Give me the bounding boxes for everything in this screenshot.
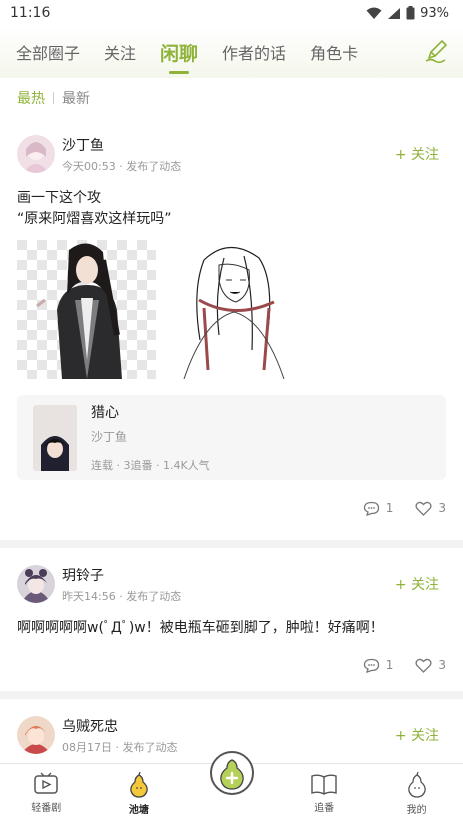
author-name[interactable]: 沙丁鱼 [62,135,181,155]
comment-count: 1 [385,501,394,515]
comic-stats: 连载 · 3追番 · 1.4K人气 [91,459,210,472]
sort-bar: 最热 最新 [0,78,463,118]
circle-tabs: 全部圈子 关注 闲聊 作者的话 角色卡 [0,26,463,78]
tab-character-cards[interactable]: 角色卡 [310,26,358,78]
comment-icon [363,501,379,516]
post-text-line: “原来阿熠喜欢这样玩吗” [17,211,172,227]
sort-new[interactable]: 最新 [62,88,90,108]
follow-button[interactable]: + 关注 [395,144,439,164]
wifi-icon [366,7,382,19]
heart-icon [415,658,432,673]
post-time: 今天00:53 · 发布了动态 [62,159,182,173]
book-icon [311,774,337,795]
status-bar: 11:16 93% [0,0,463,26]
avatar[interactable] [17,565,55,603]
tab-following[interactable]: 关注 [104,26,136,78]
author-name[interactable]: 乌贼死忠 [62,716,177,736]
comment-count: 1 [385,658,394,672]
author-name[interactable]: 玥铃子 [62,565,181,585]
divider [53,92,54,104]
like-count: 3 [438,658,446,672]
tab-author-words[interactable]: 作者的话 [222,26,286,78]
post-image[interactable] [164,240,303,379]
follow-button[interactable]: + 关注 [395,725,439,745]
nav-label: 追番 [314,803,335,814]
pear-icon [130,772,148,798]
like-button[interactable]: 3 [415,658,446,673]
comic-cover [33,404,77,471]
nav-pond[interactable]: 池塘 [99,764,179,823]
follow-button[interactable]: + 关注 [395,574,439,594]
nav-label: 轻番剧 [31,803,62,814]
comic-card[interactable]: 猎心 沙丁鱼 连载 · 3追番 · 1.4K人气 [17,395,446,480]
nav-follow-series[interactable]: 追番 [284,764,364,823]
post-actions: 1 3 [17,480,446,536]
status-icons: 93% [366,6,449,21]
post-images [17,240,446,379]
like-button[interactable]: 3 [415,501,446,516]
heart-icon [415,501,432,516]
post-text[interactable]: 啊啊啊啊啊w(ﾟДﾟ)w！被电瓶车砸到脚了，肿啦！好痛啊！ [17,618,446,639]
profile-icon [407,772,426,798]
comment-button[interactable]: 1 [363,501,394,516]
post-time: 昨天14:56 · 发布了动态 [62,589,182,603]
comment-icon [363,658,379,673]
post-card[interactable]: 沙丁鱼 今天00:53 · 发布了动态 + 关注 画一下这个攻 “原来阿熠喜欢这… [0,118,463,540]
post-time: 08月17日 · 发布了动态 [62,740,178,754]
nav-mine[interactable]: 我的 [377,764,457,823]
post-image[interactable] [17,240,156,379]
tab-chat[interactable]: 闲聊 [160,26,198,78]
like-count: 3 [438,501,446,515]
post-text-line: 画一下这个攻 [17,190,101,206]
comic-title: 猎心 [91,405,119,421]
sort-hot[interactable]: 最热 [17,88,45,108]
avatar[interactable] [17,716,55,754]
battery-level: 93% [420,5,449,21]
nav-light-drama[interactable]: 轻番剧 [6,764,86,823]
post-actions: 1 3 [17,639,446,691]
nav-label: 我的 [406,805,427,816]
compose-icon[interactable] [423,38,449,64]
create-post-button[interactable] [210,751,254,795]
nav-label: 池塘 [128,805,149,816]
post-text[interactable]: 画一下这个攻 “原来阿熠喜欢这样玩吗” [17,188,446,230]
tab-all-circles[interactable]: 全部圈子 [16,26,80,78]
tv-icon [34,772,59,794]
comic-author: 沙丁鱼 [91,430,128,444]
avatar[interactable] [17,135,55,173]
battery-icon [406,6,415,20]
signal-icon [388,7,401,19]
comment-button[interactable]: 1 [363,658,394,673]
plus-pear-icon [220,759,244,790]
post-card[interactable]: 玥铃子 昨天14:56 · 发布了动态 + 关注 啊啊啊啊啊w(ﾟДﾟ)w！被电… [0,548,463,691]
post-feed: 沙丁鱼 今天00:53 · 发布了动态 + 关注 画一下这个攻 “原来阿熠喜欢这… [0,118,463,823]
status-time: 11:16 [10,5,51,21]
